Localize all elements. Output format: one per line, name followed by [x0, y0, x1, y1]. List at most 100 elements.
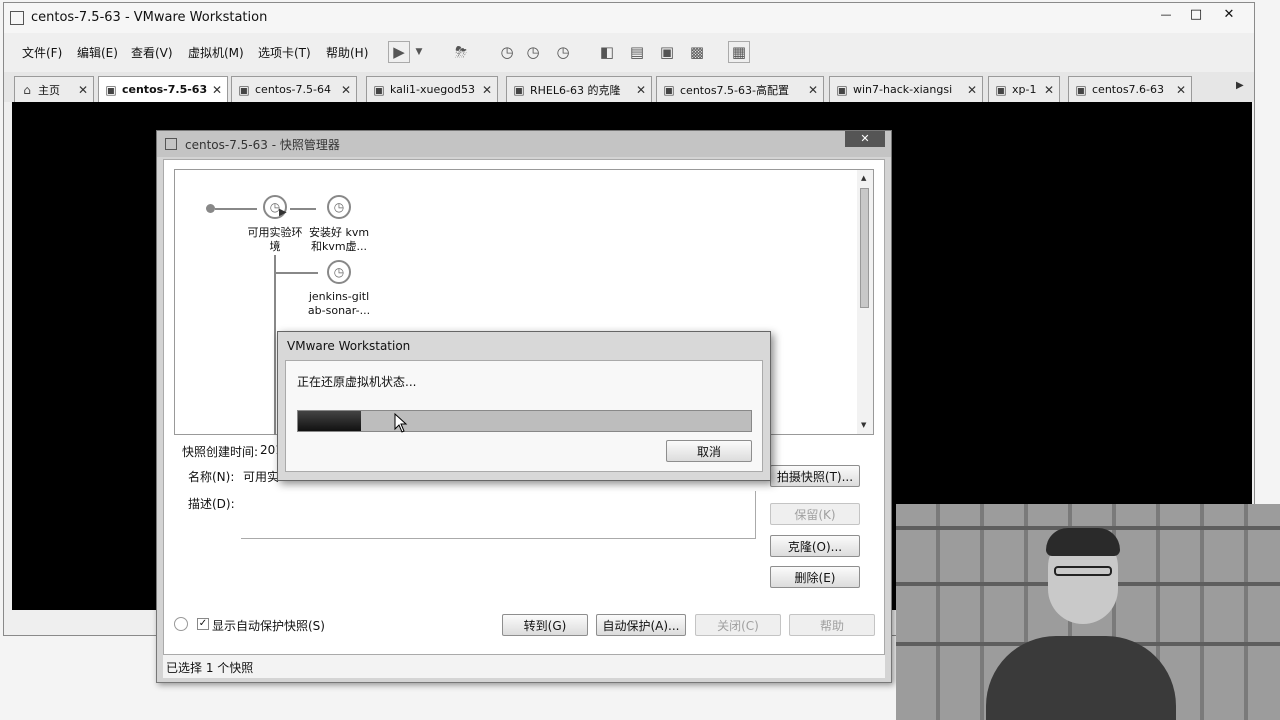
- scroll-down-icon[interactable]: ▼: [861, 421, 866, 429]
- delete-button[interactable]: 删除(E): [770, 566, 860, 588]
- tab-win7-hack-xiangsi[interactable]: ▣ win7-hack-xiangsi ✕: [829, 76, 983, 102]
- close-icon[interactable]: ✕: [965, 83, 979, 97]
- vm-icon: ▣: [995, 82, 1007, 97]
- snapshot-node-3-label-line1: jenkins-gitl: [308, 290, 370, 303]
- title-bar: centos-7.5-63 - VMware Workstation — □ ✕: [4, 3, 1254, 33]
- vmware-logo-icon: [10, 11, 24, 25]
- dropdown-arrow-icon[interactable]: ▼: [412, 41, 426, 63]
- scroll-thumb[interactable]: [860, 188, 869, 308]
- network-icon[interactable]: ⛈: [450, 41, 472, 63]
- close-icon[interactable]: ✕: [1042, 83, 1056, 97]
- minimize-button[interactable]: —: [1154, 8, 1178, 21]
- snapshot-tree-scrollbar[interactable]: ▲ ▼: [857, 170, 873, 434]
- presenter-glasses: [1054, 566, 1112, 576]
- close-button[interactable]: 关闭(C): [695, 614, 781, 636]
- progress-bar: [297, 410, 752, 432]
- snapshot-node-1-label-line1: 可用实验环: [247, 226, 303, 239]
- created-time-label: 快照创建时间:: [182, 445, 259, 459]
- close-icon[interactable]: ✕: [76, 83, 90, 97]
- scroll-up-icon[interactable]: ▲: [861, 174, 866, 182]
- close-icon[interactable]: ✕: [1174, 83, 1188, 97]
- description-field[interactable]: [241, 491, 756, 539]
- tab-home[interactable]: ⌂ 主页 ✕: [14, 76, 94, 102]
- snapshot-node-2-label-line1: 安装好 kvm: [308, 226, 370, 239]
- window-title: centos-7.5-63 - VMware Workstation: [31, 10, 268, 25]
- goto-button[interactable]: 转到(G): [502, 614, 588, 636]
- sidebar-view-icon[interactable]: ◧: [596, 41, 618, 63]
- snapshot-node-3-clock-icon[interactable]: ◷: [327, 260, 351, 284]
- close-icon[interactable]: ✕: [845, 131, 885, 147]
- clone-button[interactable]: 克隆(O)...: [770, 535, 860, 557]
- close-icon[interactable]: ✕: [480, 83, 494, 97]
- tab-centos-7.5-63[interactable]: ▣ centos-7.5-63 ✕: [98, 76, 228, 102]
- close-window-button[interactable]: ✕: [1214, 7, 1244, 22]
- snapshot-manager-app-icon: [165, 138, 177, 150]
- menu-tabs[interactable]: 选项卡(T): [258, 44, 311, 61]
- play-icon[interactable]: ▶: [388, 41, 410, 63]
- tab-centos-7.5-64[interactable]: ▣ centos-7.5-64 ✕: [231, 76, 357, 102]
- tree-connector: [290, 208, 316, 210]
- menu-view[interactable]: 查看(V): [131, 44, 173, 61]
- webcam-overlay: [896, 504, 1280, 720]
- current-state-dot: [206, 204, 215, 213]
- maximize-button[interactable]: □: [1184, 7, 1208, 22]
- status-bar: 已选择 1 个快照: [163, 654, 885, 678]
- take-snapshot-button[interactable]: 拍摄快照(T)...: [770, 465, 860, 487]
- vm-icon: ▣: [373, 82, 385, 97]
- show-autoprotect-label: 显示自动保护快照(S): [212, 619, 325, 633]
- autoprotect-button[interactable]: 自动保护(A)...: [596, 614, 686, 636]
- status-text: 已选择 1 个快照: [166, 661, 254, 675]
- mouse-cursor-icon: [394, 412, 408, 436]
- snapshot-node-3-label-line2: ab-sonar-...: [307, 304, 371, 317]
- snapshot-node-2-clock-icon[interactable]: ◷: [327, 195, 351, 219]
- vm-icon: ▣: [513, 82, 525, 97]
- vm-icon: ▣: [105, 82, 117, 97]
- snapshot-node-1-label-line2: 境: [269, 240, 281, 253]
- console-view-icon[interactable]: ▤: [626, 41, 648, 63]
- cancel-button[interactable]: 取消: [666, 440, 752, 462]
- name-label: 名称(N):: [188, 470, 235, 484]
- progress-dialog: VMware Workstation 正在还原虚拟机状态... 取消: [277, 331, 771, 481]
- snapshot-icon[interactable]: ◷: [496, 41, 518, 63]
- tab-scroll-right-icon[interactable]: ▶: [1236, 80, 1244, 91]
- home-icon: ⌂: [23, 82, 31, 97]
- fullscreen-icon[interactable]: ▣: [656, 41, 678, 63]
- tree-connector: [274, 272, 318, 274]
- tab-rhel6-63-clone[interactable]: ▣ RHEL6-63 的克隆 ✕: [506, 76, 652, 102]
- progress-message: 正在还原虚拟机状态...: [297, 375, 417, 389]
- tab-kali1-xuegod53[interactable]: ▣ kali1-xuegod53 ✕: [366, 76, 498, 102]
- close-icon[interactable]: ✕: [339, 83, 353, 97]
- close-icon[interactable]: ✕: [806, 83, 820, 97]
- current-snapshot-marker-icon: ▶: [279, 207, 287, 218]
- vm-icon: ▣: [836, 82, 848, 97]
- help-button[interactable]: 帮助: [789, 614, 875, 636]
- name-field[interactable]: 可用实: [243, 468, 279, 485]
- keep-button[interactable]: 保留(K): [770, 503, 860, 525]
- thumbnail-view-icon[interactable]: ▦: [728, 41, 750, 63]
- close-icon[interactable]: ✕: [210, 83, 224, 97]
- vm-icon: ▣: [663, 82, 675, 97]
- snapshot-manager-titlebar: centos-7.5-63 - 快照管理器 ✕: [157, 131, 891, 157]
- progress-bar-fill: [298, 411, 362, 431]
- menu-file[interactable]: 文件(F): [22, 44, 62, 61]
- revert-snapshot-icon[interactable]: ◷: [522, 41, 544, 63]
- menu-help[interactable]: 帮助(H): [326, 44, 368, 61]
- menu-bar: 文件(F) 编辑(E) 查看(V) 虚拟机(M) 选项卡(T) 帮助(H): [4, 38, 384, 64]
- autoprotect-shield-icon: [174, 617, 188, 631]
- tab-centos7.6-63[interactable]: ▣ centos7.6-63 ✕: [1068, 76, 1192, 102]
- show-autoprotect-checkbox[interactable]: ✓: [197, 618, 209, 630]
- snapshot-manager-title: centos-7.5-63 - 快照管理器: [185, 138, 340, 152]
- vm-icon: ▣: [1075, 82, 1087, 97]
- close-icon[interactable]: ✕: [634, 83, 648, 97]
- tab-xp-1[interactable]: ▣ xp-1 ✕: [988, 76, 1060, 102]
- tree-connector: [274, 255, 276, 435]
- unity-icon[interactable]: ▩: [686, 41, 708, 63]
- snapshot-node-2-label-line2: 和kvm虚...: [310, 240, 368, 253]
- menu-vm[interactable]: 虚拟机(M): [188, 44, 244, 61]
- description-label: 描述(D):: [188, 497, 235, 511]
- presenter-hair: [1046, 528, 1120, 556]
- snapshot-manager-icon[interactable]: ◷: [552, 41, 574, 63]
- progress-dialog-title: VMware Workstation: [287, 339, 411, 353]
- menu-edit[interactable]: 编辑(E): [77, 44, 118, 61]
- tab-centos7.5-63-highconfig[interactable]: ▣ centos7.5-63-高配置 ✕: [656, 76, 824, 102]
